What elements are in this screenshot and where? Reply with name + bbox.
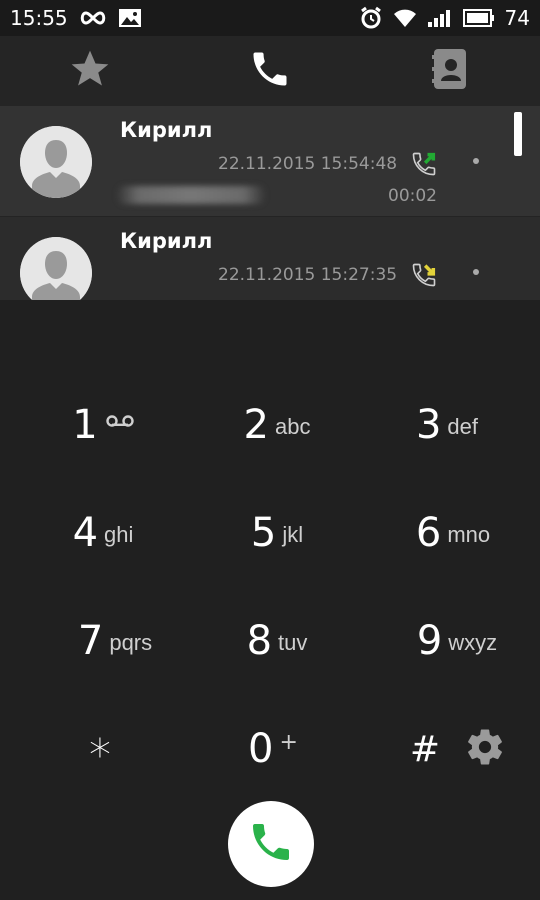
blurred-number	[116, 186, 266, 204]
key-digit: 9	[416, 618, 443, 664]
key-digit: 5	[250, 510, 277, 556]
tab-bar	[0, 36, 540, 106]
more-options-dot[interactable]	[473, 158, 479, 164]
contact-name: Кирилл	[120, 118, 213, 142]
key-digit: 3	[415, 402, 442, 448]
key-star[interactable]: *	[15, 704, 185, 794]
key-digit: 2	[243, 402, 269, 448]
star-icon	[67, 47, 113, 95]
gear-icon	[464, 726, 506, 772]
image-icon	[118, 8, 142, 28]
status-time: 15:55	[10, 6, 68, 30]
wifi-icon	[393, 8, 417, 28]
key-5[interactable]: 5 jkl	[192, 488, 362, 578]
key-letters: def	[447, 414, 479, 439]
outgoing-call-icon	[410, 150, 438, 178]
avatar	[20, 237, 92, 300]
key-3[interactable]: 3 def	[362, 380, 532, 470]
settings-button[interactable]	[463, 727, 507, 771]
voicemail-icon	[106, 413, 134, 432]
call-datetime: 22.11.2015 15:27:35	[218, 265, 398, 285]
key-letters: tuv	[278, 630, 308, 655]
scrollbar[interactable]	[514, 112, 522, 156]
key-9[interactable]: 9 wxyz	[372, 596, 540, 686]
key-digit: 6	[415, 510, 442, 556]
key-letters: ghi	[104, 522, 134, 547]
battery-icon	[462, 9, 495, 27]
key-digit: 1	[72, 402, 98, 448]
key-letters: +	[279, 729, 298, 755]
call-log-list[interactable]: Кирилл 22.11.2015 15:54:48 00:02 Кирилл …	[0, 106, 540, 300]
key-digit: #	[409, 728, 441, 770]
key-letters: pqrs	[109, 630, 153, 655]
key-6[interactable]: 6 mno	[368, 488, 538, 578]
key-letters: mno	[447, 522, 491, 547]
infinity-icon	[78, 10, 108, 26]
status-bar: 15:55 74	[0, 0, 540, 36]
call-duration: 00:02	[388, 186, 437, 206]
call-button[interactable]	[228, 801, 314, 887]
tab-contacts[interactable]	[390, 36, 510, 106]
key-letters: jkl	[282, 522, 304, 547]
key-letters: abc	[274, 414, 311, 439]
alarm-icon	[359, 6, 383, 30]
contacts-book-icon	[430, 47, 470, 95]
phone-icon	[247, 818, 295, 870]
key-digit: 4	[72, 510, 99, 556]
key-digit: 8	[246, 618, 273, 664]
contact-name: Кирилл	[120, 229, 213, 253]
signal-icon	[427, 8, 453, 28]
key-2[interactable]: 2 abc	[192, 380, 362, 470]
key-8[interactable]: 8 tuv	[192, 596, 362, 686]
tab-phone[interactable]	[210, 36, 330, 106]
key-4[interactable]: 4 ghi	[18, 488, 188, 578]
key-letters: wxyz	[448, 630, 498, 655]
call-log-item[interactable]: Кирилл 22.11.2015 15:27:35	[0, 217, 540, 300]
call-datetime: 22.11.2015 15:54:48	[218, 154, 398, 174]
avatar	[20, 126, 92, 198]
incoming-call-icon	[410, 261, 438, 289]
key-digit: 7	[77, 618, 104, 664]
key-digit: 0	[248, 726, 274, 772]
key-7[interactable]: 7 pqrs	[30, 596, 200, 686]
key-0[interactable]: 0 +	[188, 704, 358, 794]
call-log-item[interactable]: Кирилл 22.11.2015 15:54:48 00:02	[0, 106, 540, 217]
tab-favorites[interactable]	[30, 36, 150, 106]
battery-level: 74	[504, 6, 530, 30]
phone-icon	[248, 47, 292, 95]
key-digit: *	[89, 729, 111, 781]
more-options-dot[interactable]	[473, 269, 479, 275]
key-1[interactable]: 1	[18, 380, 188, 470]
